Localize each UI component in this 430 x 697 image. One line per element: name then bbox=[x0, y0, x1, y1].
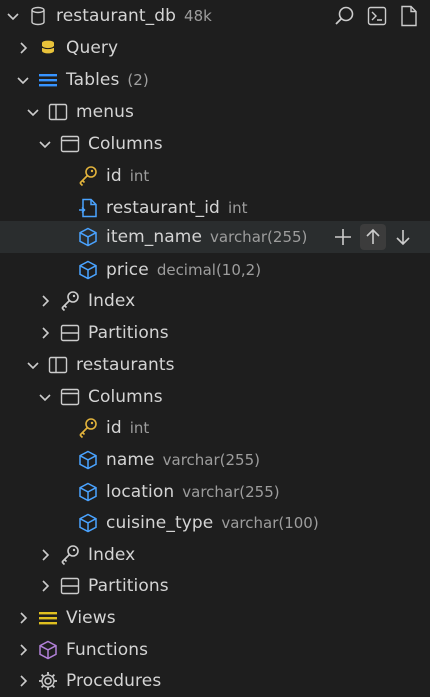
search-icon[interactable] bbox=[332, 3, 358, 29]
index-label: Index bbox=[88, 291, 136, 311]
column-name: item_name bbox=[106, 227, 203, 247]
column-name: cuisine_type bbox=[106, 513, 214, 533]
column-type: int bbox=[227, 199, 248, 217]
column-name: location bbox=[106, 482, 175, 502]
arrow-up-icon[interactable] bbox=[360, 224, 386, 250]
cube-icon bbox=[76, 448, 100, 472]
column-name: id bbox=[106, 418, 122, 438]
partitions-row[interactable]: Partitions bbox=[0, 317, 430, 349]
table-row-restaurants[interactable]: restaurants bbox=[0, 349, 430, 381]
gear-icon bbox=[36, 669, 60, 693]
cube-icon bbox=[76, 480, 100, 504]
column-row[interactable]: restaurant_id int bbox=[0, 192, 430, 224]
chevron-right-icon[interactable] bbox=[36, 324, 54, 342]
window-icon bbox=[58, 385, 82, 409]
column-name: price bbox=[106, 260, 149, 280]
index-label: Index bbox=[88, 545, 136, 565]
chevron-down-icon[interactable] bbox=[36, 135, 54, 153]
table-icon bbox=[46, 100, 70, 124]
chevron-down-icon[interactable] bbox=[24, 356, 42, 374]
index-row[interactable]: Index bbox=[0, 285, 430, 317]
column-row[interactable]: id int bbox=[0, 412, 430, 444]
columns-folder-row[interactable]: Columns bbox=[0, 381, 430, 413]
plus-icon[interactable] bbox=[330, 224, 356, 250]
partition-icon bbox=[58, 574, 82, 598]
table-name: menus bbox=[76, 102, 134, 122]
column-row[interactable]: price decimal(10,2) bbox=[0, 254, 430, 286]
key-icon bbox=[58, 543, 82, 567]
chevron-right-icon[interactable] bbox=[14, 641, 32, 659]
partition-icon bbox=[58, 321, 82, 345]
procedures-row[interactable]: Procedures bbox=[0, 665, 430, 697]
chevron-right-icon[interactable] bbox=[36, 546, 54, 564]
chevron-right-icon[interactable] bbox=[14, 39, 32, 57]
column-row-selected[interactable]: item_name varchar(255) bbox=[0, 221, 430, 253]
stack-icon bbox=[36, 36, 60, 60]
file-icon[interactable] bbox=[396, 3, 422, 29]
partitions-label: Partitions bbox=[88, 323, 169, 343]
table-name: restaurants bbox=[76, 355, 175, 375]
views-label: Views bbox=[66, 608, 116, 628]
column-type: int bbox=[129, 419, 150, 437]
chevron-down-icon[interactable] bbox=[36, 388, 54, 406]
connection-name: restaurant_db bbox=[56, 6, 177, 26]
column-row[interactable]: id int bbox=[0, 160, 430, 192]
table-row-menus[interactable]: menus bbox=[0, 96, 430, 128]
index-row[interactable]: Index bbox=[0, 539, 430, 571]
chevron-right-icon[interactable] bbox=[36, 292, 54, 310]
chevron-down-icon[interactable] bbox=[14, 71, 32, 89]
chevron-down-icon[interactable] bbox=[4, 7, 22, 25]
column-row[interactable]: location varchar(255) bbox=[0, 476, 430, 508]
column-type: int bbox=[129, 167, 150, 185]
key-icon bbox=[76, 416, 100, 440]
views-row[interactable]: Views bbox=[0, 602, 430, 634]
cube-icon bbox=[76, 258, 100, 282]
functions-label: Functions bbox=[66, 640, 149, 660]
column-name: id bbox=[106, 166, 122, 186]
columns-label: Columns bbox=[88, 134, 163, 154]
database-icon bbox=[26, 4, 50, 28]
chevron-down-icon[interactable] bbox=[24, 103, 42, 121]
connection-row[interactable]: restaurant_db 48k bbox=[0, 0, 430, 32]
column-type: varchar(255) bbox=[162, 451, 260, 469]
functions-row[interactable]: Functions bbox=[0, 634, 430, 666]
connection-actions bbox=[332, 0, 422, 32]
partitions-row[interactable]: Partitions bbox=[0, 570, 430, 602]
key-icon bbox=[58, 289, 82, 313]
column-type: varchar(100) bbox=[221, 514, 319, 532]
terminal-icon[interactable] bbox=[364, 3, 390, 29]
partitions-label: Partitions bbox=[88, 576, 169, 596]
box-icon bbox=[36, 638, 60, 662]
arrow-down-icon[interactable] bbox=[390, 224, 416, 250]
list-icon bbox=[36, 68, 60, 92]
foreign-key-icon bbox=[76, 196, 100, 220]
database-explorer-tree: restaurant_db 48k Query Tables (2) menus… bbox=[0, 0, 430, 697]
query-row[interactable]: Query bbox=[0, 32, 430, 64]
row-actions bbox=[330, 221, 430, 253]
tables-label: Tables bbox=[66, 70, 120, 90]
column-type: varchar(255) bbox=[182, 483, 280, 501]
connection-size: 48k bbox=[184, 7, 212, 25]
list-icon bbox=[36, 606, 60, 630]
query-label: Query bbox=[66, 38, 119, 58]
column-row[interactable]: name varchar(255) bbox=[0, 444, 430, 476]
column-name: restaurant_id bbox=[106, 198, 220, 218]
table-icon bbox=[46, 353, 70, 377]
column-type: varchar(255) bbox=[210, 228, 308, 246]
key-icon bbox=[76, 164, 100, 188]
columns-folder-row[interactable]: Columns bbox=[0, 128, 430, 160]
procedures-label: Procedures bbox=[66, 671, 162, 691]
window-icon bbox=[58, 132, 82, 156]
cube-icon bbox=[76, 225, 100, 249]
cube-icon bbox=[76, 511, 100, 535]
chevron-right-icon[interactable] bbox=[36, 577, 54, 595]
column-row[interactable]: cuisine_type varchar(100) bbox=[0, 507, 430, 539]
column-name: name bbox=[106, 450, 155, 470]
tables-count: (2) bbox=[127, 71, 149, 89]
chevron-right-icon[interactable] bbox=[14, 672, 32, 690]
column-type: decimal(10,2) bbox=[156, 261, 262, 279]
columns-label: Columns bbox=[88, 387, 163, 407]
chevron-right-icon[interactable] bbox=[14, 609, 32, 627]
tables-row[interactable]: Tables (2) bbox=[0, 64, 430, 96]
